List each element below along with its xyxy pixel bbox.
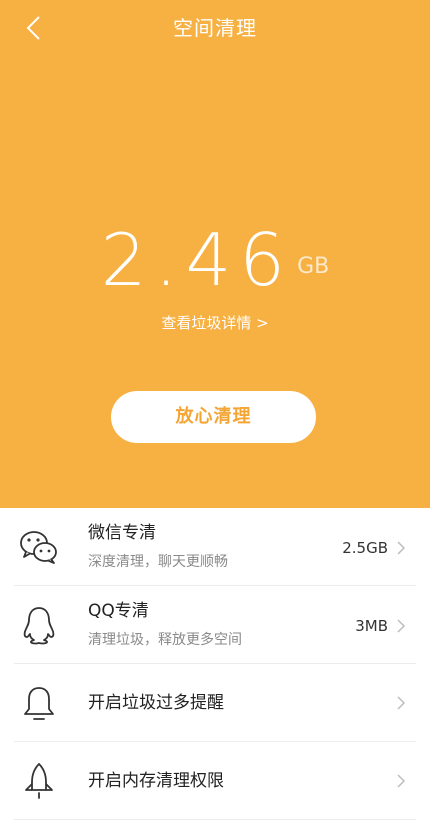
wechat-icon (20, 531, 57, 564)
header-banner: 空间清理 2.46 GB 查看垃圾详情 > 放心清理 (0, 0, 430, 508)
qq-penguin-icon (23, 607, 55, 645)
page-title: 空间清理 (173, 16, 257, 40)
item-title: 开启内存清理权限 (88, 771, 224, 791)
chevron-right-icon (397, 619, 406, 633)
item-title: QQ专清 (88, 601, 149, 621)
chevron-right-icon (397, 696, 406, 710)
item-size-value: 2.5GB (342, 539, 388, 557)
item-title: 开启垃圾过多提醒 (88, 693, 224, 713)
list-item-junk-reminder[interactable]: 开启垃圾过多提醒 (14, 664, 416, 742)
clean-now-button[interactable]: 放心清理 (111, 391, 316, 443)
item-subtitle: 深度清理，聊天更顺畅 (88, 554, 228, 570)
clean-options-list: 微信专清 深度清理，聊天更顺畅 2.5GB QQ专清 清理垃圾，释放更多空间 3… (0, 508, 430, 820)
view-junk-details-link[interactable]: 查看垃圾详情 > (0, 312, 430, 334)
item-size-value: 3MB (355, 617, 388, 635)
item-title: 微信专清 (88, 523, 156, 543)
bell-icon (24, 687, 54, 720)
junk-size-display: 2.46 GB (0, 218, 430, 302)
list-item-wechat-clean[interactable]: 微信专清 深度清理，聊天更顺畅 2.5GB (14, 508, 416, 586)
junk-size-value: 2.46 (100, 218, 294, 302)
chevron-right-icon (397, 541, 406, 555)
rocket-icon (25, 763, 53, 799)
chevron-right-icon (397, 774, 406, 788)
list-item-qq-clean[interactable]: QQ专清 清理垃圾，释放更多空间 3MB (14, 586, 416, 664)
item-subtitle: 清理垃圾，释放更多空间 (88, 632, 242, 648)
list-item-memory-permission[interactable]: 开启内存清理权限 (14, 742, 416, 820)
junk-size-unit: GB (297, 254, 330, 279)
